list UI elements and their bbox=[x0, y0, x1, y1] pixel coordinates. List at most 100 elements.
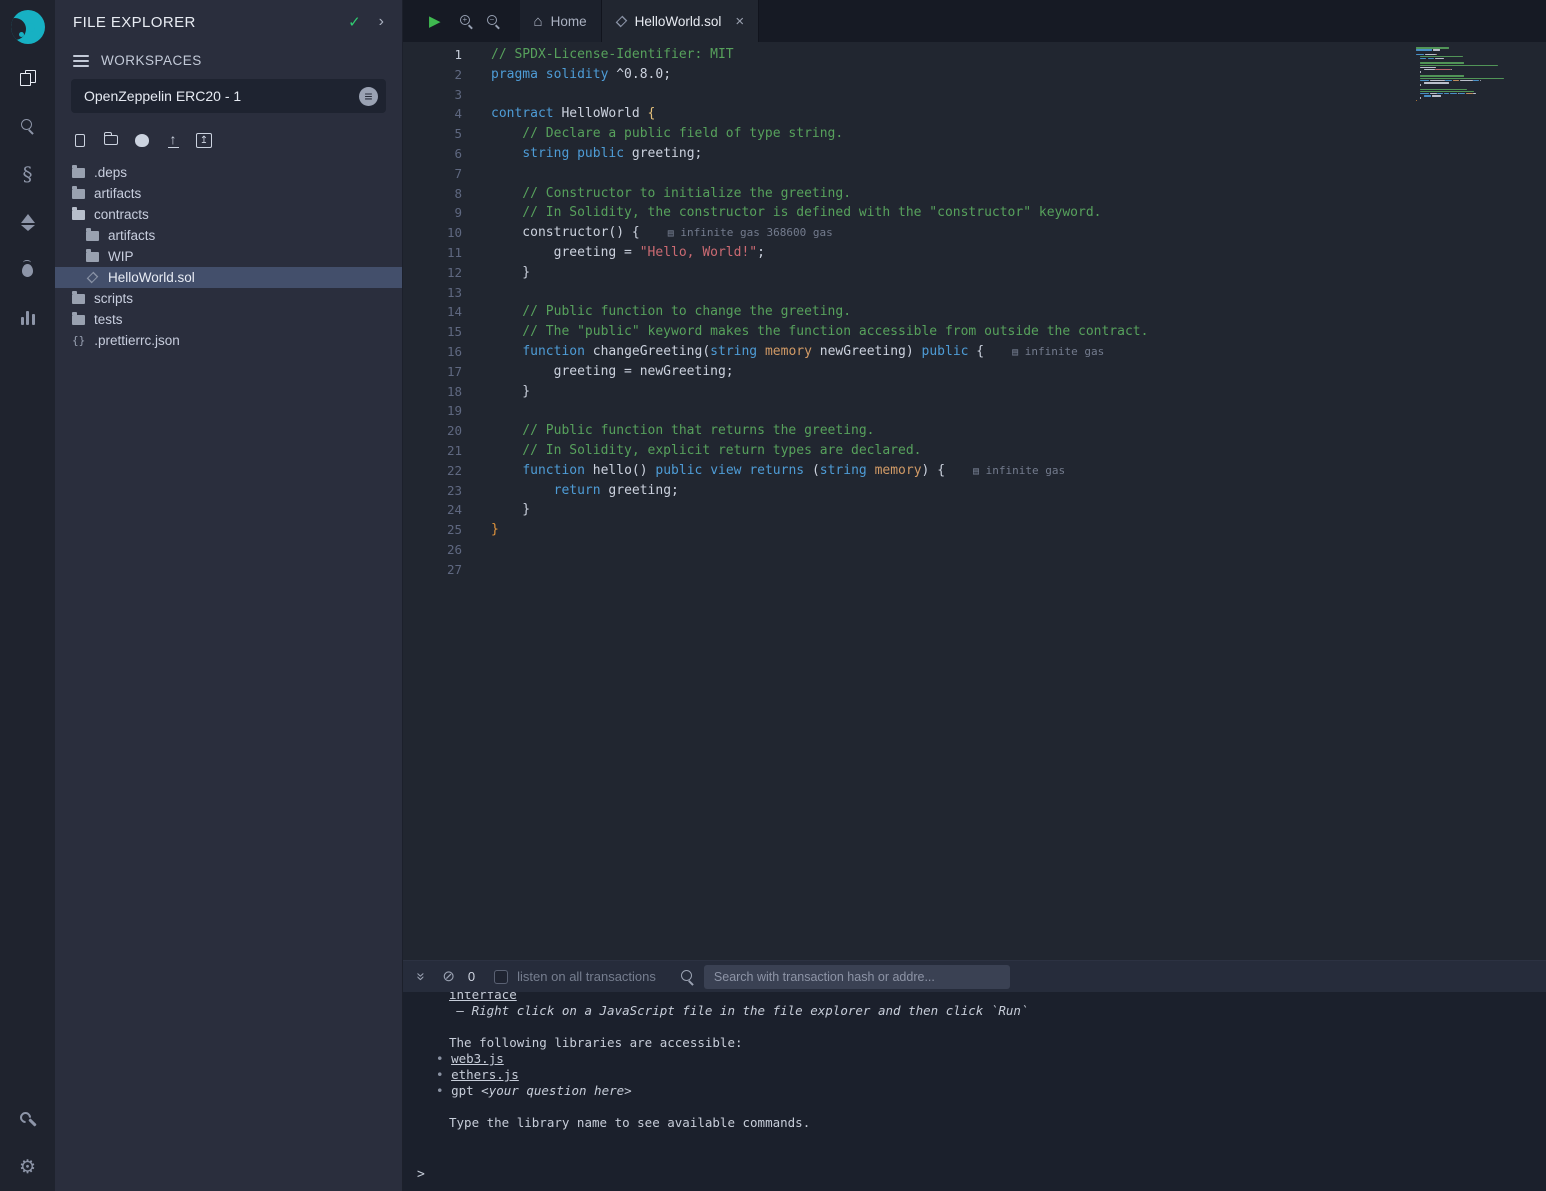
expand-terminal-icon[interactable]: » bbox=[414, 972, 429, 980]
panel-title: FILE EXPLORER bbox=[73, 14, 196, 31]
github-icon[interactable] bbox=[133, 131, 151, 149]
line-number: 23 bbox=[403, 481, 462, 501]
line-number: 13 bbox=[403, 283, 462, 303]
code-lines[interactable]: // SPDX-License-Identifier: MITpragma so… bbox=[475, 42, 1546, 960]
line-number: 27 bbox=[403, 560, 462, 580]
plugin-connector-icon[interactable] bbox=[0, 1095, 55, 1143]
line-number: 18 bbox=[403, 382, 462, 402]
link-ethers.js[interactable]: ethers.js bbox=[451, 1067, 519, 1082]
search-icon[interactable] bbox=[0, 102, 55, 150]
minimap[interactable] bbox=[1416, 47, 1536, 106]
file-name: .deps bbox=[94, 165, 127, 180]
file-tree: .deps artifacts contracts artifacts WIP Hello… bbox=[55, 162, 402, 351]
line-number: 7 bbox=[403, 164, 462, 184]
workspace-name: OpenZeppelin ERC20 - 1 bbox=[84, 88, 241, 104]
new-folder-icon[interactable] bbox=[102, 131, 120, 149]
folder-icon bbox=[72, 168, 85, 178]
debugger-icon[interactable] bbox=[0, 246, 55, 294]
tab-helloworld-sol[interactable]: HelloWorld.sol× bbox=[602, 0, 760, 42]
folder-icon bbox=[86, 231, 99, 241]
run-script-icon[interactable]: ▶ bbox=[429, 14, 441, 29]
tree-item-artifacts[interactable]: artifacts bbox=[55, 183, 402, 204]
solidity-compiler-icon[interactable]: § bbox=[0, 150, 55, 198]
plugin-manager-icon[interactable] bbox=[0, 294, 55, 342]
line-number: 20 bbox=[403, 421, 462, 441]
upload-file-icon[interactable]: ↑ bbox=[164, 131, 182, 149]
remix-logo[interactable] bbox=[11, 10, 45, 44]
line-number: 5 bbox=[403, 124, 462, 144]
tree-item-contracts[interactable]: contracts bbox=[55, 204, 402, 225]
gas-estimate: ▤ infinite gas bbox=[973, 464, 1065, 477]
settings-icon[interactable]: ⚙ bbox=[0, 1143, 55, 1191]
line-numbers: 1234567891011121314151617181920212223242… bbox=[403, 42, 475, 960]
tab-home[interactable]: ⌂ Home bbox=[520, 0, 602, 42]
line-number: 17 bbox=[403, 362, 462, 382]
activity-bar: § ⚙ bbox=[0, 0, 55, 1191]
line-number: 3 bbox=[403, 85, 462, 105]
file-name: artifacts bbox=[108, 228, 155, 243]
tree-item-.deps[interactable]: .deps bbox=[55, 162, 402, 183]
link-web3.js[interactable]: web3.js bbox=[451, 1051, 504, 1066]
tabs: ⌂ Home HelloWorld.sol× bbox=[520, 0, 760, 42]
tab-bar: ▶ + − ⌂ Home HelloWorld.sol× bbox=[403, 0, 1546, 42]
tree-item-helloworld.sol[interactable]: HelloWorld.sol bbox=[55, 267, 402, 288]
tree-item-tests[interactable]: tests bbox=[55, 309, 402, 330]
json-file-icon: {} bbox=[72, 334, 85, 347]
link-interface[interactable]: interface bbox=[449, 992, 517, 1002]
workspaces-menu-icon[interactable] bbox=[73, 60, 89, 62]
line-number: 10 bbox=[403, 223, 462, 243]
line-number: 25 bbox=[403, 520, 462, 540]
folder-icon bbox=[86, 252, 99, 262]
file-name: scripts bbox=[94, 291, 133, 306]
listen-checkbox[interactable] bbox=[494, 970, 508, 984]
file-name: contracts bbox=[94, 207, 149, 222]
line-number: 12 bbox=[403, 263, 462, 283]
line-number: 26 bbox=[403, 540, 462, 560]
solidity-icon bbox=[615, 15, 627, 27]
solidity-file-icon bbox=[87, 272, 99, 284]
line-number: 2 bbox=[403, 65, 462, 85]
gas-estimate: ▤ infinite gas bbox=[1012, 345, 1104, 358]
zoom-in-icon[interactable]: + bbox=[460, 15, 473, 28]
line-number: 11 bbox=[403, 243, 462, 263]
gas-estimate: ▤ infinite gas 368600 gas bbox=[668, 226, 833, 239]
line-number: 22 bbox=[403, 461, 462, 481]
import-folder-icon[interactable]: ↥ bbox=[195, 131, 213, 149]
close-tab-icon[interactable]: × bbox=[735, 14, 744, 29]
terminal-toolbar: » ⊘ 0 listen on all transactions bbox=[403, 961, 1546, 992]
workspace-switch-icon[interactable]: ≡ bbox=[359, 87, 378, 106]
line-number: 14 bbox=[403, 302, 462, 322]
code-editor[interactable]: 1234567891011121314151617181920212223242… bbox=[403, 42, 1546, 960]
new-file-icon[interactable] bbox=[71, 131, 89, 149]
terminal-search-icon[interactable] bbox=[681, 970, 695, 984]
deploy-run-icon[interactable] bbox=[0, 198, 55, 246]
line-number: 15 bbox=[403, 322, 462, 342]
tree-item-wip[interactable]: WIP bbox=[55, 246, 402, 267]
file-name: WIP bbox=[108, 249, 134, 264]
line-number: 24 bbox=[403, 500, 462, 520]
workspace-selector[interactable]: OpenZeppelin ERC20 - 1 ≡ bbox=[71, 79, 386, 113]
file-name: artifacts bbox=[94, 186, 141, 201]
tab-label: Home bbox=[551, 14, 587, 29]
zoom-out-icon[interactable]: − bbox=[487, 15, 500, 28]
remix-ide: § ⚙ FILE EXPLORER ✓ › WORKSPACES OpenZep… bbox=[0, 0, 1546, 1191]
tree-item-.prettierrc.json[interactable]: {} .prettierrc.json bbox=[55, 330, 402, 351]
terminal-output: interface – Right click on a JavaScript … bbox=[403, 992, 1546, 1167]
file-name: .prettierrc.json bbox=[94, 333, 180, 348]
listen-label[interactable]: listen on all transactions bbox=[517, 969, 656, 984]
home-icon: ⌂ bbox=[534, 14, 543, 29]
terminal-search-input[interactable] bbox=[704, 965, 1010, 989]
main-area: ▶ + − ⌂HomeHelloWorld.sol× 1234567891011… bbox=[403, 0, 1546, 1191]
tree-item-artifacts[interactable]: artifacts bbox=[55, 225, 402, 246]
line-number: 16 bbox=[403, 342, 462, 362]
clear-console-icon[interactable]: ⊘ bbox=[442, 969, 455, 984]
chevron-right-icon[interactable]: › bbox=[379, 13, 384, 31]
line-number: 4 bbox=[403, 104, 462, 124]
check-icon[interactable]: ✓ bbox=[348, 13, 361, 31]
line-number: 9 bbox=[403, 203, 462, 223]
terminal-prompt[interactable]: > bbox=[403, 1167, 1546, 1191]
tree-item-scripts[interactable]: scripts bbox=[55, 288, 402, 309]
folder-icon bbox=[72, 189, 85, 199]
transaction-count: 0 bbox=[468, 969, 475, 984]
file-explorer-icon[interactable] bbox=[0, 54, 55, 102]
